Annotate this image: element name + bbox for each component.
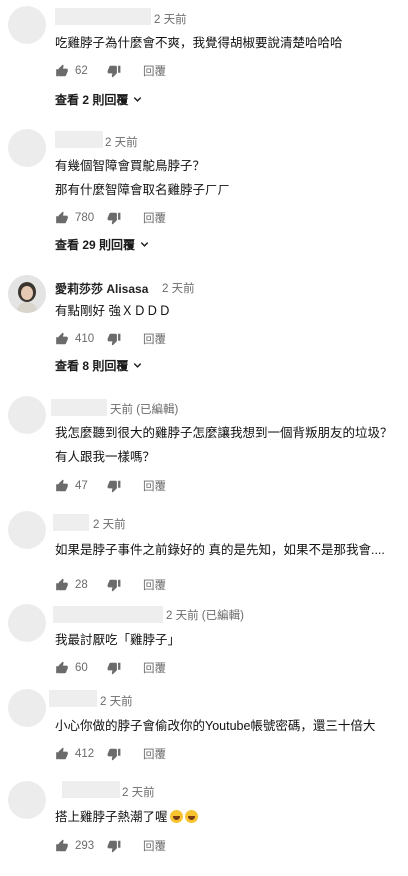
view-replies-label: 查看 2 則回覆 (55, 93, 129, 107)
comment-date: 2 天前 (105, 137, 138, 149)
comment-text: 那有什麼智障會取名雞脖子ㄏㄏ (55, 183, 231, 197)
view-replies-label: 查看 8 則回覆 (55, 359, 129, 373)
reply-button[interactable]: 回覆 (143, 331, 166, 347)
chevron-down-icon (134, 97, 142, 102)
comment-text: 有點剛好 強ＸＤＤＤ (55, 304, 171, 318)
laughing-tears-emoji-icon (184, 810, 198, 823)
thumbs-down-icon[interactable] (107, 211, 121, 225)
comment-text: 我怎麼聽到很大的雞脖子怎麼讓我想到一個背叛朋友的垃圾？ (55, 426, 393, 440)
comment-actions: 62 回覆 (55, 62, 166, 80)
comment: 2 天前 (已編輯) 我最討厭吃「雞脖子」 60 回覆 (0, 598, 408, 683)
view-replies-button[interactable]: 查看 8 則回覆 (55, 357, 143, 374)
comment-date: 2 天前 (154, 14, 187, 26)
thumbs-down-icon[interactable] (107, 332, 121, 346)
thumbs-down-icon[interactable] (107, 839, 121, 853)
thumbs-down-icon[interactable] (107, 747, 121, 761)
like-count: 47 (75, 480, 88, 492)
reply-button[interactable]: 回覆 (143, 478, 166, 494)
author-name-redacted[interactable] (51, 399, 107, 416)
comment-text: 搭上雞脖子熱潮了喔 (55, 805, 198, 829)
reply-button[interactable]: 回覆 (143, 210, 166, 226)
comment-date: 2 天前 (122, 787, 155, 799)
comment-text: 有幾個智障會買鴕鳥脖子？ (55, 159, 206, 173)
like-count: 410 (75, 333, 95, 345)
avatar[interactable] (8, 396, 46, 434)
thumbs-down-icon[interactable] (107, 578, 121, 592)
thumbs-up-icon[interactable] (55, 661, 69, 675)
author-name-redacted[interactable] (55, 8, 151, 25)
comment-date: 2 天前 (已編輯) (166, 610, 244, 622)
thumbs-down-icon[interactable] (107, 479, 121, 493)
like-count: 412 (75, 748, 95, 760)
comment-actions: 410 回覆 (55, 330, 166, 348)
like-count: 60 (75, 662, 88, 674)
comment-text: 如果是脖子事件之前錄好的 真的是先知，如果不是那我會.... (55, 543, 385, 557)
like-count: 780 (75, 212, 95, 224)
reply-button[interactable]: 回覆 (143, 746, 166, 762)
reply-button[interactable]: 回覆 (143, 660, 166, 676)
avatar[interactable] (8, 129, 46, 167)
comment: 2 天前 搭上雞脖子熱潮了喔 293 回覆 (0, 776, 408, 871)
comment: 2 天前 吃雞脖子為什麼會不爽，我覺得胡椒要說清楚哈哈哈 62 回覆 查看 2 … (0, 0, 408, 110)
comment-actions: 412 回覆 (55, 745, 166, 763)
author-name-redacted[interactable] (55, 131, 103, 148)
comment-date: 2 天前 (93, 519, 126, 531)
like-count: 293 (75, 840, 95, 852)
view-replies-button[interactable]: 查看 29 則回覆 (55, 236, 150, 253)
reply-button[interactable]: 回覆 (143, 63, 166, 79)
comment: 2 天前 小心你做的脖子會偷改你的Youtube帳號密碼，還三十倍大 412 回… (0, 683, 408, 771)
comment: 2 天前 如果是脖子事件之前錄好的 真的是先知，如果不是那我會.... 28 回… (0, 505, 408, 600)
comment-text-content: 搭上雞脖子熱潮了喔 (55, 810, 168, 824)
view-replies-label: 查看 29 則回覆 (55, 238, 136, 252)
reply-button[interactable]: 回覆 (143, 577, 166, 593)
thumbs-up-icon[interactable] (55, 839, 69, 853)
reply-button[interactable]: 回覆 (143, 838, 166, 854)
author-name-redacted[interactable] (62, 781, 120, 798)
comment: 天前 (已編輯) 我怎麼聽到很大的雞脖子怎麼讓我想到一個背叛朋友的垃圾？ 有人跟… (0, 390, 408, 500)
chevron-down-icon (134, 363, 142, 368)
avatar[interactable] (8, 511, 46, 549)
comment-text: 我最討厭吃「雞脖子」 (55, 633, 181, 647)
comment-text: 有人跟我一樣嗎？ (55, 450, 156, 464)
comment-text: 吃雞脖子為什麼會不爽，我覺得胡椒要說清楚哈哈哈 (55, 36, 343, 50)
comment-date: 2 天前 (162, 283, 195, 295)
view-replies-button[interactable]: 查看 2 則回覆 (55, 91, 143, 108)
comment-actions: 60 回覆 (55, 659, 166, 677)
thumbs-up-icon[interactable] (55, 211, 69, 225)
author-name[interactable]: 愛莉莎莎 Alisasa (55, 280, 148, 297)
comment: 愛莉莎莎 Alisasa 2 天前 有點剛好 強ＸＤＤＤ 410 回覆 查看 8… (0, 268, 408, 378)
comment-date: 2 天前 (100, 696, 133, 708)
comment-text: 小心你做的脖子會偷改你的Youtube帳號密碼，還三十倍大 (55, 719, 376, 733)
thumbs-down-icon[interactable] (107, 661, 121, 675)
comment-actions: 780 回覆 (55, 209, 166, 227)
comment-actions: 47 回覆 (55, 477, 166, 495)
author-name-redacted[interactable] (53, 514, 89, 531)
author-name-redacted[interactable] (49, 690, 97, 707)
like-count: 28 (75, 579, 88, 591)
thumbs-up-icon[interactable] (55, 64, 69, 78)
avatar[interactable] (8, 6, 46, 44)
like-count: 62 (75, 65, 88, 77)
thumbs-up-icon[interactable] (55, 332, 69, 346)
avatar-photo (8, 275, 46, 313)
avatar[interactable] (8, 689, 46, 727)
author-name-redacted[interactable] (53, 606, 163, 623)
comment-actions: 293 回覆 (55, 837, 166, 855)
laughing-tears-emoji-icon (169, 810, 183, 823)
comment: 2 天前 有幾個智障會買鴕鳥脖子？ 那有什麼智障會取名雞脖子ㄏㄏ 780 回覆 … (0, 120, 408, 260)
comment-date: 天前 (已編輯) (110, 404, 179, 416)
avatar[interactable] (8, 604, 46, 642)
thumbs-down-icon[interactable] (107, 64, 121, 78)
avatar[interactable] (8, 781, 46, 819)
comment-actions: 28 回覆 (55, 576, 166, 594)
thumbs-up-icon[interactable] (55, 578, 69, 592)
chevron-down-icon (140, 242, 149, 247)
thumbs-up-icon[interactable] (55, 479, 69, 493)
avatar[interactable] (8, 275, 46, 313)
thumbs-up-icon[interactable] (55, 747, 69, 761)
